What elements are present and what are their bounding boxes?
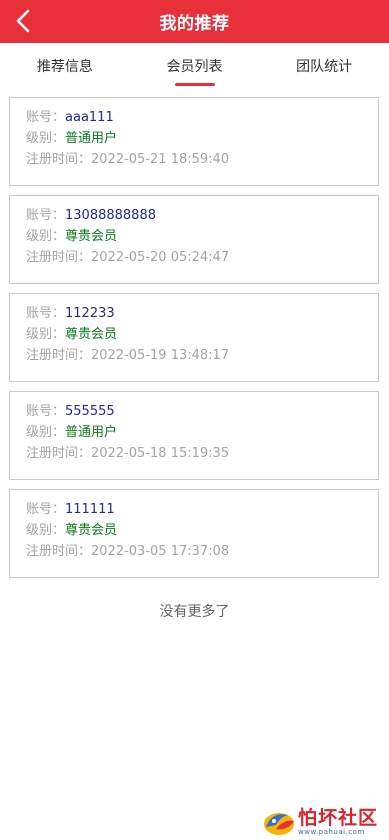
watermark-title: 怕坏社区 [298, 806, 379, 829]
watermark: 怕坏社区 www.pahuai.com [262, 805, 387, 838]
level-value: 普通用户 [65, 130, 118, 146]
registered-value: 2022-03-05 17:37:08 [91, 543, 230, 559]
watermark-logo-icon [264, 812, 294, 835]
member-list: 账号：aaa111 级别：普通用户 注册时间：2022-05-21 18:59:… [9, 97, 379, 587]
account-value: aaa111 [65, 110, 114, 125]
header-bar: 我的推荐 [0, 0, 389, 43]
member-card[interactable]: 账号：aaa111 级别：普通用户 注册时间：2022-05-21 18:59:… [9, 97, 379, 186]
level-row: 级别：尊贵会员 [26, 227, 378, 247]
registered-label: 注册时间： [26, 151, 92, 167]
account-row: 账号：555555 [26, 402, 378, 422]
registered-label: 注册时间： [26, 543, 92, 559]
level-value: 普通用户 [65, 424, 118, 440]
member-card[interactable]: 账号：112233 级别：尊贵会员 注册时间：2022-05-19 13:48:… [9, 293, 379, 382]
active-tab-indicator [174, 83, 215, 86]
level-label: 级别： [26, 130, 66, 146]
level-row: 级别：尊贵会员 [26, 325, 378, 345]
watermark-url: www.pahuai.com [298, 827, 365, 836]
chevron-left-icon [16, 9, 30, 33]
tab-label: 团队统计 [296, 59, 353, 75]
level-value: 尊贵会员 [65, 326, 118, 342]
account-value: 555555 [65, 404, 115, 419]
registered-row: 注册时间：2022-05-21 18:59:40 [26, 150, 378, 170]
account-label: 账号： [26, 502, 66, 517]
tab-bar: 推荐信息 会员列表 团队统计 [0, 43, 389, 89]
no-more-text: 没有更多了 [159, 604, 230, 620]
level-row: 级别：普通用户 [26, 129, 378, 149]
registered-value: 2022-05-20 05:24:47 [91, 249, 230, 265]
level-row: 级别：尊贵会员 [26, 521, 378, 541]
registered-label: 注册时间： [26, 445, 92, 461]
level-label: 级别： [26, 326, 66, 342]
account-value: 13088888888 [65, 208, 156, 223]
account-row: 账号：112233 [26, 304, 378, 324]
tab-label: 推荐信息 [36, 59, 93, 75]
account-value: 111111 [65, 502, 115, 517]
account-row: 账号：aaa111 [26, 108, 378, 128]
registered-value: 2022-05-19 13:48:17 [91, 347, 230, 363]
account-label: 账号： [26, 208, 66, 223]
account-label: 账号： [26, 404, 66, 419]
tab-team-stats[interactable]: 团队统计 [259, 43, 389, 89]
watermark-text: 怕坏社区 www.pahuai.com [298, 808, 378, 836]
tab-member-list[interactable]: 会员列表 [130, 43, 260, 89]
registered-value: 2022-05-21 18:59:40 [91, 151, 230, 167]
member-card[interactable]: 账号：111111 级别：尊贵会员 注册时间：2022-03-05 17:37:… [9, 489, 379, 578]
account-row: 账号：111111 [26, 500, 378, 520]
account-row: 账号：13088888888 [26, 206, 378, 226]
member-card[interactable]: 账号：13088888888 级别：尊贵会员 注册时间：2022-05-20 0… [9, 195, 379, 284]
registered-value: 2022-05-18 15:19:35 [91, 445, 230, 461]
tab-label: 会员列表 [166, 59, 223, 75]
account-label: 账号： [26, 306, 66, 321]
level-label: 级别： [26, 228, 66, 244]
registered-label: 注册时间： [26, 249, 92, 265]
member-card[interactable]: 账号：555555 级别：普通用户 注册时间：2022-05-18 15:19:… [9, 391, 379, 480]
level-row: 级别：普通用户 [26, 423, 378, 443]
registered-row: 注册时间：2022-05-18 15:19:35 [26, 444, 378, 464]
page-title: 我的推荐 [159, 14, 230, 34]
registered-label: 注册时间： [26, 347, 92, 363]
account-value: 112233 [65, 306, 115, 321]
tab-recommend-info[interactable]: 推荐信息 [0, 43, 130, 89]
registered-row: 注册时间：2022-05-20 05:24:47 [26, 248, 378, 268]
registered-row: 注册时间：2022-03-05 17:37:08 [26, 542, 378, 562]
level-value: 尊贵会员 [65, 522, 118, 538]
registered-row: 注册时间：2022-05-19 13:48:17 [26, 346, 378, 366]
back-button[interactable] [8, 6, 38, 36]
level-label: 级别： [26, 424, 66, 440]
account-label: 账号： [26, 110, 66, 125]
level-value: 尊贵会员 [65, 228, 118, 244]
level-label: 级别： [26, 522, 66, 538]
